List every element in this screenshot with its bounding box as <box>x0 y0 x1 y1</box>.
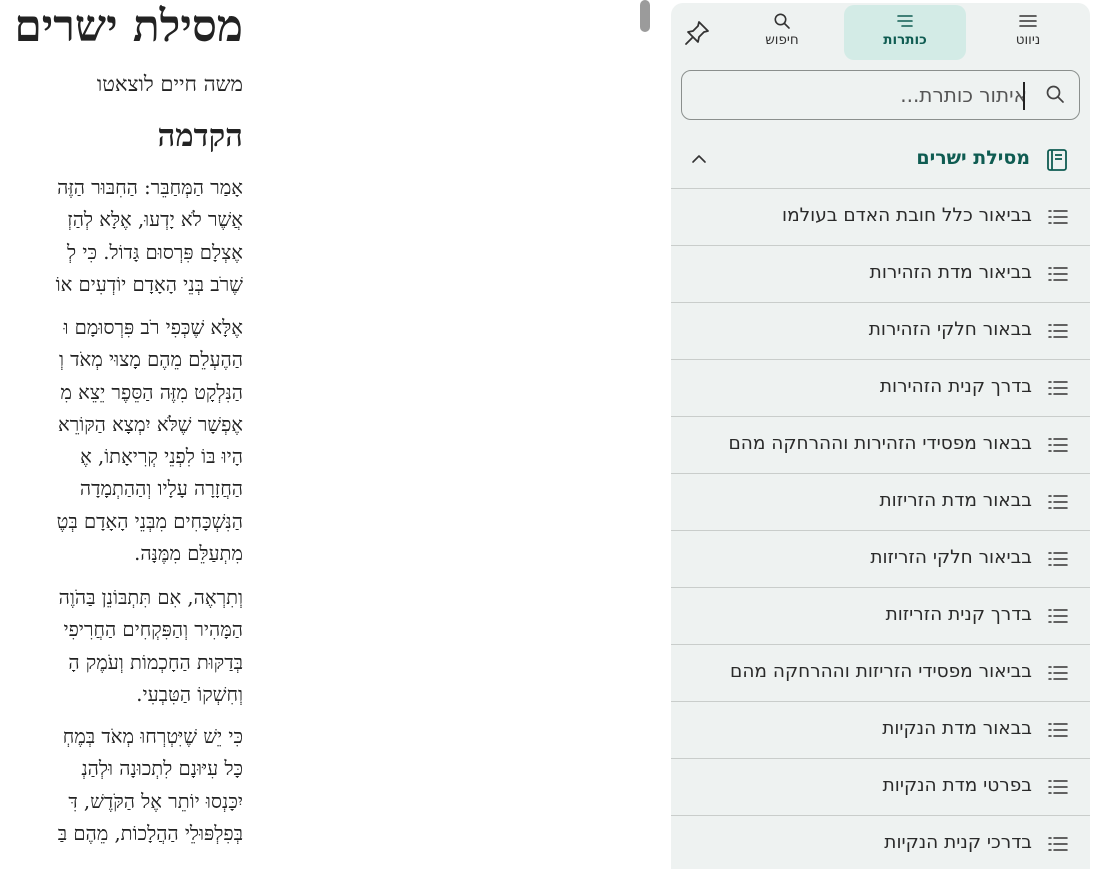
list-icon <box>1048 779 1068 799</box>
toc-item[interactable]: בדרכי קנית הנקיות <box>671 816 1090 869</box>
paragraph-line: יִכָּנְסוּ יוֹתֵר אֶל הַקֹּדֶשׁ, דִּ <box>68 789 243 813</box>
search-icon <box>774 13 790 29</box>
toc-item[interactable]: בביאור כלל חובת האדם בעולמו <box>671 189 1090 246</box>
chevron-up-icon[interactable] <box>691 153 707 165</box>
toc-item[interactable]: בדרך קנית הזהירות <box>671 360 1090 417</box>
menu-icon <box>1019 15 1037 27</box>
heading-search-input[interactable] <box>707 80 1027 110</box>
toc-item[interactable]: בבאור מדת הנקיות <box>671 702 1090 759</box>
paragraph-line: הַחֲזָרָה עָלָיו וְהַהַתְמָדָה <box>79 477 243 501</box>
toc-items: בביאור כלל חובת האדם בעולמו בביאור מדת הז… <box>671 189 1090 869</box>
paragraph-line: הַמָּהִיר וְהַפִּקְחִים הַחֲרִיפִי <box>63 618 243 642</box>
list-icon <box>1048 437 1068 457</box>
toc-root-item[interactable]: מסילת ישרים <box>671 131 1090 189</box>
toc-item-label: בדרך קנית הזהירות <box>879 376 1032 397</box>
toc-item-label: בבאור מדת הנקיות <box>882 718 1032 739</box>
tab-headings-label: כותרות <box>883 32 927 48</box>
paragraph-line: אָמַר הַמְּחַבֵּר: הַחִבּוּר הַזֶּה <box>57 176 243 199</box>
toc-root-label: מסילת ישרים <box>916 147 1030 169</box>
toc-item-label: בבאור מדת הזריזות <box>879 490 1033 511</box>
reader-pane: מסילת ישרים משה חיים לוצאטו הקדמה אָמַר … <box>0 0 640 869</box>
toc-item-label: בביאור מפסידי הזריזות וההרחקה מהם <box>730 661 1032 682</box>
paragraph-line: בְּדַקּוּת הַחָכְמוֹת וְעֹמֶק הָ <box>68 650 243 674</box>
list-icon <box>1048 209 1068 229</box>
list-icon <box>1048 665 1068 685</box>
toc-item-label: בבאור חלקי הזהירות <box>868 319 1032 340</box>
toc-tree: מסילת ישרים בביאור כלל חובת האדם בעולמו ב… <box>671 131 1090 869</box>
toc-item-label: בדרכי קנית הנקיות <box>884 832 1032 853</box>
list-icon <box>1048 380 1068 400</box>
paragraph-line: הַנִּשְׁכָּחִים מִבְּנֵי הָאָדָם בְּטֶ <box>56 509 243 533</box>
paragraph-line: שֶׁרֹב בְּנֵי הָאָדָם יוֹדְעִים אוֹ <box>55 272 243 296</box>
paragraph-line: אֶלָּא שֶׁכְּפִי רֹב פִּרְסוּמָם וּ <box>63 316 243 339</box>
toc-item[interactable]: בבאור מדת הזריזות <box>671 474 1090 531</box>
body-paragraph: אָמַר הַמְּחַבֵּר: הַחִבּוּר הַזֶּה אֲשֶׁ… <box>0 172 243 301</box>
tab-search[interactable]: חיפוש <box>721 5 843 60</box>
paragraph-line: כָּל עִיּוּנָם לִתְכוּנָה וּלְהַנְ <box>81 757 243 781</box>
toc-item[interactable]: בביאור מפסידי הזריזות וההרחקה מהם <box>671 645 1090 702</box>
paragraph-line: כִּי יֵשׁ שֶׁיִּטְרְחוּ מְאֹד בְּמֶחְ <box>62 725 243 748</box>
list-icon <box>1048 608 1068 628</box>
pin-icon[interactable] <box>683 19 711 47</box>
list-icon <box>1048 266 1068 286</box>
body-paragraph: אֶלָּא שֶׁכְּפִי רֹב פִּרְסוּמָם וּ הַהֶע… <box>0 312 243 570</box>
tab-search-label: חיפוש <box>765 32 799 48</box>
author-name: משה חיים לוצאטו <box>96 72 243 96</box>
toc-item[interactable]: בבאור מפסידי הזהירות וההרחקה מהם <box>671 417 1090 474</box>
panel-tabs: חיפוש כותרות ניווט <box>671 3 1090 63</box>
list-icon <box>1048 494 1068 514</box>
book-icon <box>1047 149 1067 171</box>
paragraph-line: אֶצְלָם פִּרְסוּם גָּדוֹל. כִּי לְ <box>67 240 243 264</box>
toc-item[interactable]: בביאור חלקי הזריזות <box>671 531 1090 588</box>
paragraph-line: בְּפִלְפּוּלֵי הַהֲלָכוֹת, מֵהֶם בַּ <box>57 821 243 845</box>
paragraph-line: מִתְעַלֵּם מִמֶּנָּה. <box>134 542 243 566</box>
heading-search-box[interactable] <box>681 70 1080 120</box>
paragraph-line: הָיוּ בּוֹ לִפְנֵי קְרִיאָתוֹ, אֶ <box>80 445 243 469</box>
headings-icon <box>897 15 913 27</box>
paragraph-line: הַנִּלְקָט מִזֶּה הַסֵּפֶר יֵצֵא מִ <box>60 380 243 404</box>
toc-item-label: בביאור כלל חובת האדם בעולמו <box>782 205 1032 226</box>
toc-item-label: בבאור מפסידי הזהירות וההרחקה מהם <box>728 433 1033 454</box>
paragraph-line: הַהֶעְלֵם מֵהֶם מָצוּי מְאֹד וְ <box>58 348 243 372</box>
toc-item-label: בדרך קנית הזריזות <box>885 604 1032 625</box>
toc-item[interactable]: בפרטי מדת הנקיות <box>671 759 1090 816</box>
book-title: מסילת ישרים <box>14 1 243 52</box>
toc-item-label: בפרטי מדת הנקיות <box>882 775 1032 796</box>
paragraph-line: וְחִשְׁקוֹ הַטִּבְעִי. <box>136 682 243 706</box>
list-icon <box>1048 836 1068 856</box>
tab-navigation-label: ניווט <box>1015 32 1041 48</box>
list-icon <box>1048 722 1068 742</box>
search-icon <box>1046 85 1064 103</box>
paragraph-line: אֶפְשָׁר שֶׁלֹּא יִמְצָא הַקּוֹרֵא <box>57 412 243 436</box>
list-icon <box>1048 323 1068 343</box>
side-panel: חיפוש כותרות ניווט מסילת ישרים <box>671 3 1090 869</box>
body-paragraph: כִּי יֵשׁ שֶׁיִּטְרְחוּ מְאֹד בְּמֶחְ כָּ… <box>0 721 243 850</box>
toc-item[interactable]: בבאור חלקי הזהירות <box>671 303 1090 360</box>
reader-scrollbar[interactable] <box>640 0 650 32</box>
toc-item[interactable]: בדרך קנית הזריזות <box>671 588 1090 645</box>
toc-item-label: בביאור חלקי הזריזות <box>870 547 1032 568</box>
text-caret <box>1023 82 1025 110</box>
tab-headings[interactable]: כותרות <box>844 5 966 60</box>
toc-item[interactable]: בביאור מדת הזהירות <box>671 246 1090 303</box>
body-paragraph: וְתִרְאֶה, אִם תִּתְבּוֹנֵן בַּהֹוֶה הַמָ… <box>0 582 243 711</box>
section-title: הקדמה <box>157 118 243 154</box>
toc-item-label: בביאור מדת הזהירות <box>869 262 1032 283</box>
paragraph-line: וְתִרְאֶה, אִם תִּתְבּוֹנֵן בַּהֹוֶה <box>58 586 243 609</box>
tab-navigation[interactable]: ניווט <box>967 5 1089 60</box>
paragraph-line: אֲשֶׁר לֹא יָדְעוּ, אֶלָּא לְהַזְ <box>67 208 243 232</box>
list-icon <box>1048 551 1068 571</box>
